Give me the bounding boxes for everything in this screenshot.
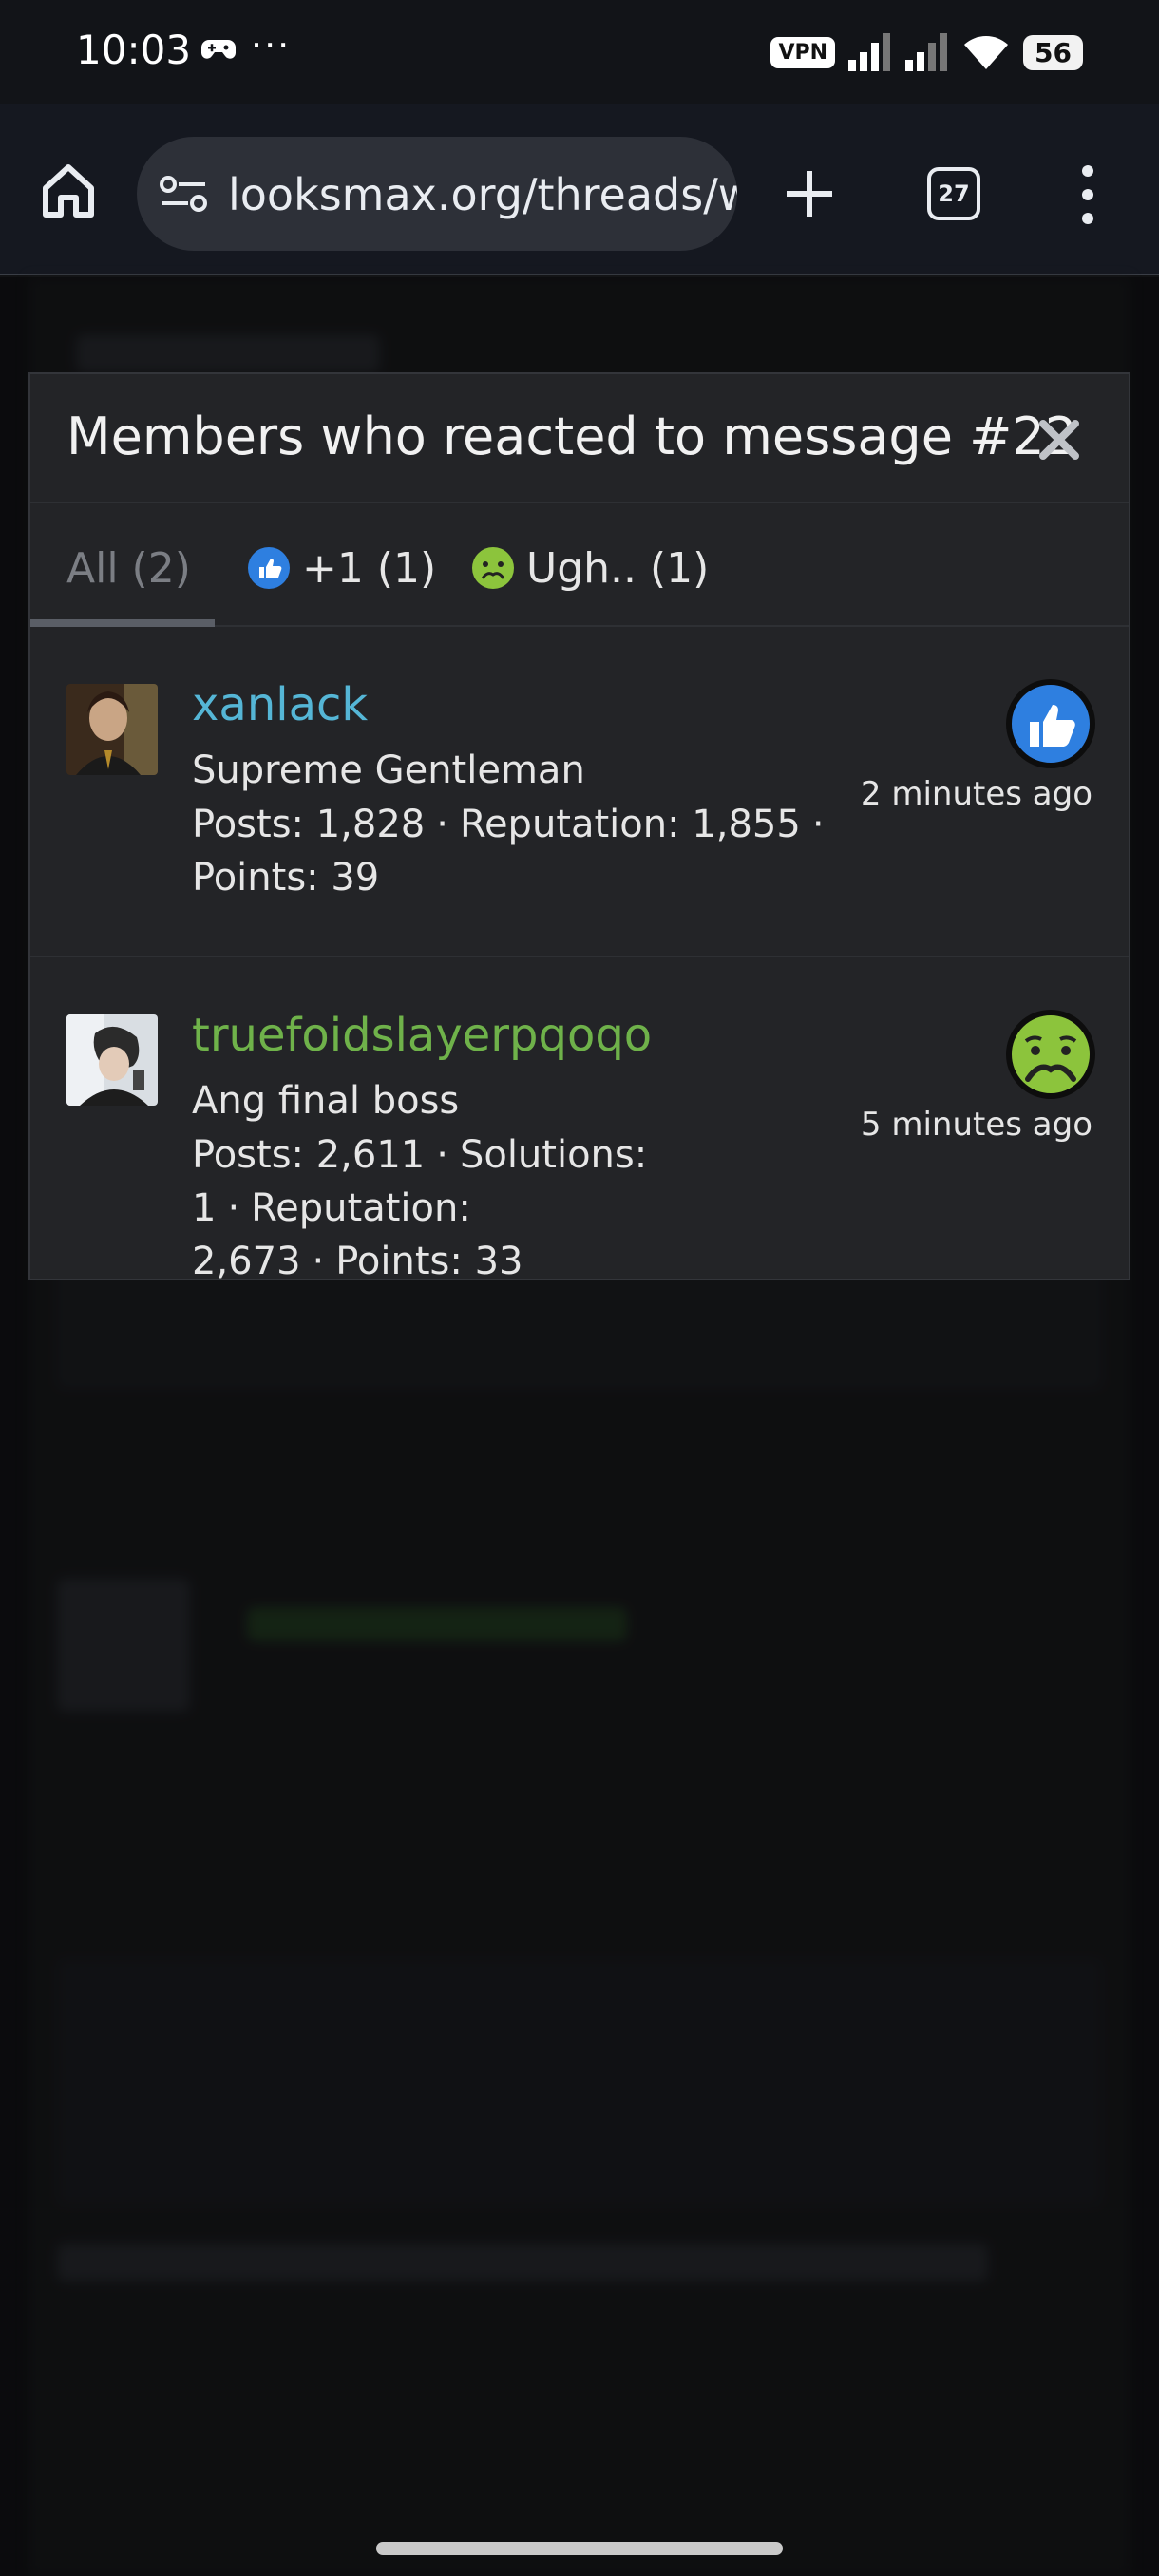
gesture-bar[interactable] [376, 2542, 783, 2555]
user-stats: Posts: 2,611 · Solutions: 1 · Reputation: 2,… [192, 1128, 914, 1288]
avatar[interactable] [66, 684, 158, 775]
game-controller-icon [201, 40, 236, 59]
thumbs-up-icon [1006, 679, 1095, 768]
battery-indicator: 56 [1023, 34, 1083, 70]
tab-plus-one[interactable]: +1 (1) [247, 530, 436, 606]
user-stats: Posts: 1,828 · Reputation: 1,855 · Points: … [192, 798, 914, 904]
new-tab-icon[interactable] [779, 163, 840, 224]
separator-dot: · [811, 803, 825, 846]
home-icon[interactable] [38, 160, 99, 220]
list-item: truefoidslayerpqoqo Ang final boss Posts… [30, 959, 1129, 1283]
modal-title: Members who reacted to message #22 [66, 407, 1078, 466]
status-time: 10:03 [76, 27, 192, 73]
separator-dot: · [436, 803, 448, 846]
vpn-badge: VPN [770, 36, 836, 68]
username[interactable]: xanlack [192, 678, 368, 731]
status-icons: VPN 56 [770, 28, 1083, 76]
stat-reputation: Reputation: 1,855 [459, 803, 801, 846]
tab-all[interactable]: All (2) [66, 530, 191, 606]
tab-switcher-button[interactable]: 27 [927, 167, 980, 220]
stat-points: Points: 33 [335, 1240, 523, 1283]
stat-posts: Posts: 2,611 [192, 1133, 426, 1177]
signal-icon [848, 33, 891, 71]
list-item: xanlack Supreme Gentleman Posts: 1,828 · R… [30, 629, 1129, 957]
user-title: Supreme Gentleman [192, 748, 585, 792]
active-tab-indicator [30, 619, 215, 627]
signal-icon-2 [905, 33, 948, 71]
address-bar[interactable]: looksmax.org/threads/w [137, 137, 737, 251]
status-more-indicator: ··· [251, 25, 292, 66]
status-bar: 10:03 ··· VPN 56 [0, 0, 1159, 104]
reaction-time: 5 minutes ago [860, 1106, 1092, 1144]
reaction-time: 2 minutes ago [860, 775, 1092, 813]
stat-posts: Posts: 1,828 [192, 803, 426, 846]
more-options-icon[interactable] [1074, 161, 1102, 228]
sick-face-icon [472, 547, 514, 589]
user-title: Ang final boss [192, 1079, 460, 1123]
tab-all-label: All (2) [66, 543, 191, 593]
close-icon[interactable] [1037, 418, 1081, 462]
stat-points: Points: 39 [192, 856, 380, 900]
avatar[interactable] [66, 1014, 158, 1106]
tab-plus-one-label: +1 (1) [302, 543, 437, 593]
username[interactable]: truefoidslayerpqoqo [192, 1009, 652, 1062]
separator-dot: · [436, 1133, 448, 1177]
browser-toolbar: looksmax.org/threads/w 27 [0, 104, 1159, 275]
site-settings-icon[interactable] [160, 173, 207, 215]
stat-reputation-value: 2,673 [192, 1240, 301, 1283]
sick-face-icon [1006, 1010, 1095, 1099]
reactions-modal: Members who reacted to message #22 All (… [28, 372, 1130, 1283]
modal-header: Members who reacted to message #22 [30, 374, 1129, 503]
tab-ugh[interactable]: Ugh.. (1) [471, 530, 709, 606]
reaction-tabs: All (2) +1 (1) Ugh.. (1) [30, 505, 1129, 627]
tab-ugh-label: Ugh.. (1) [526, 543, 710, 593]
wifi-icon [964, 36, 1009, 69]
url-text[interactable]: looksmax.org/threads/w [228, 169, 737, 220]
stat-reputation: Reputation: [251, 1186, 471, 1230]
separator-dot: · [227, 1186, 240, 1230]
thumbs-up-icon [248, 547, 290, 589]
separator-dot: · [312, 1240, 325, 1283]
